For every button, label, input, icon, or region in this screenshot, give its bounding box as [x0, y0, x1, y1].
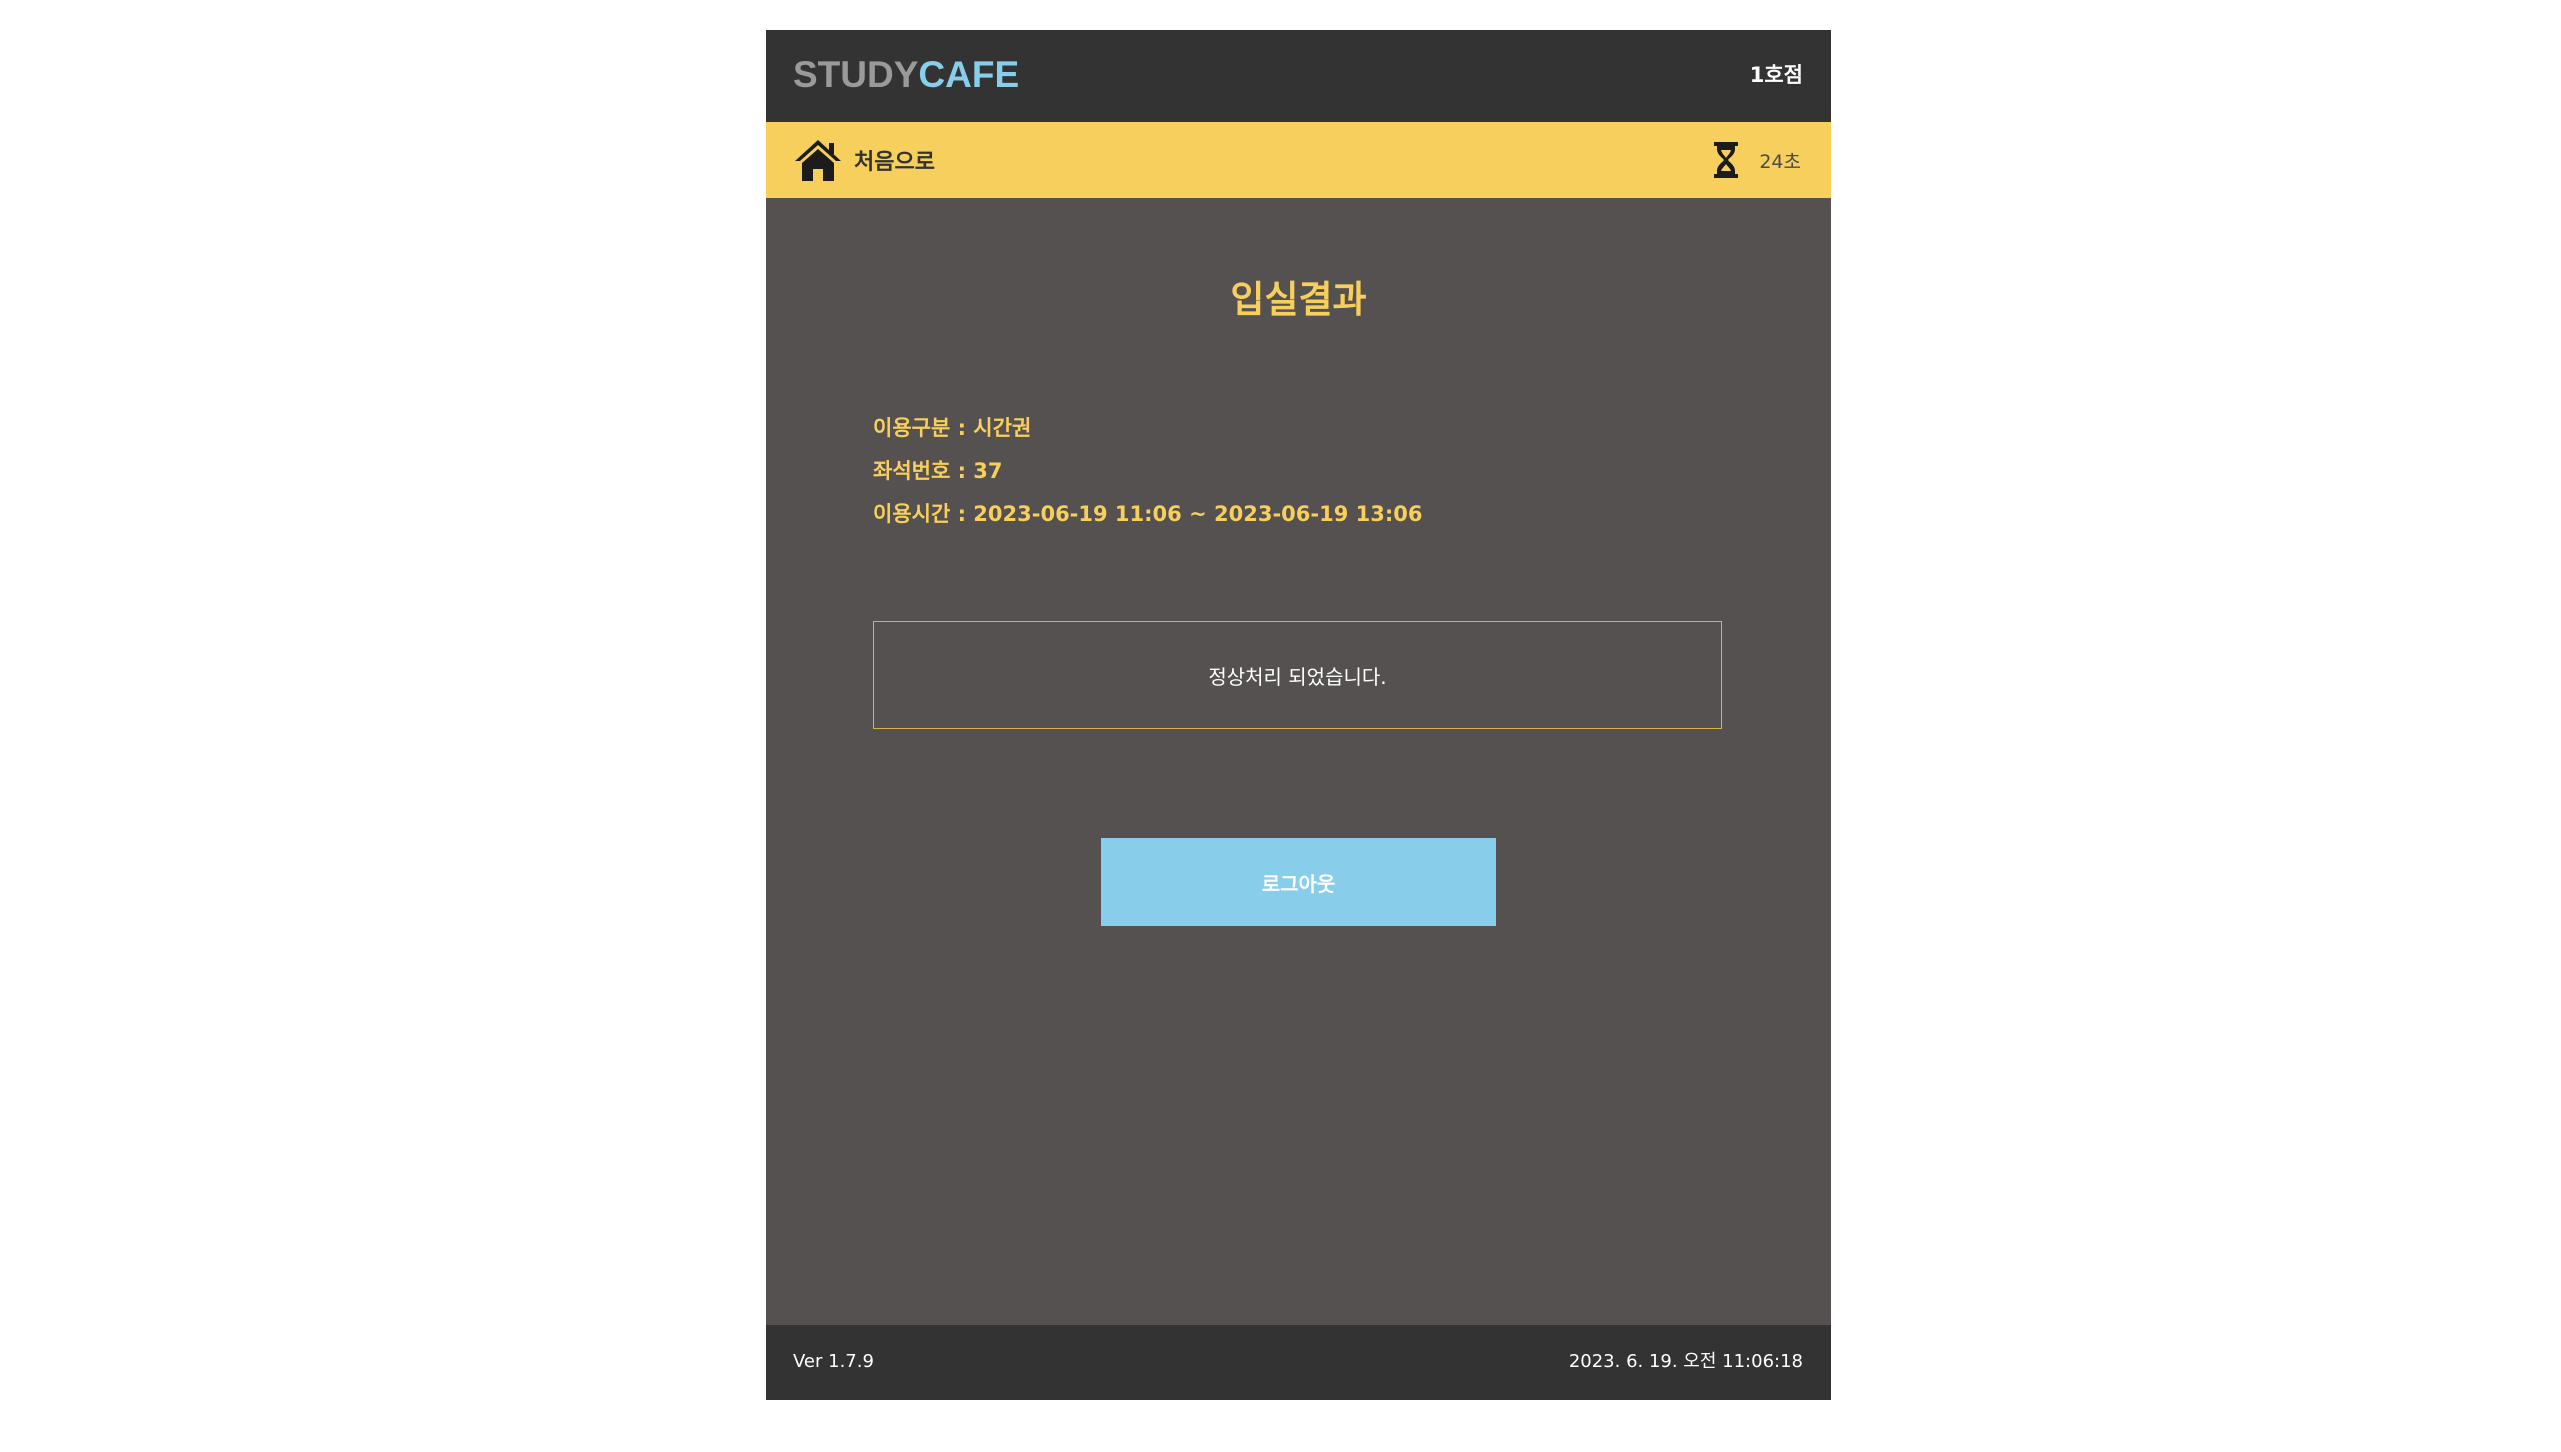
footer-bar: Ver 1.7.9 2023. 6. 19. 오전 11:06:18: [766, 1325, 1831, 1400]
kiosk-screen: STUDYCAFE 1호점 처음으로 24초 입실결과 이용구분: 시간권 좌…: [766, 30, 1831, 1400]
logo-study-text: STUDY: [793, 54, 919, 95]
usage-info: 이용구분 : 시간권 좌석번호 : 37 이용시간 : 2023-06-19 1…: [873, 407, 1723, 536]
logout-button[interactable]: 로그아웃: [1101, 838, 1496, 926]
page-title: 입실결과: [1230, 278, 1367, 321]
nav-bar: 처음으로 24초: [766, 122, 1831, 198]
usage-time-row: 이용시간 : 2023-06-19 11:06 ~ 2023-06-19 13:…: [873, 502, 1423, 526]
timer-text: 24초: [1759, 150, 1801, 173]
home-icon: [794, 138, 842, 182]
home-button[interactable]: 처음으로: [794, 136, 935, 184]
top-bar: STUDYCAFE 1호점: [766, 30, 1831, 122]
result-message-box: 정상처리 되었습니다.: [873, 621, 1722, 729]
seat-number-row: 좌석번호 : 37: [873, 459, 1003, 483]
branch-label: 1호점: [1749, 63, 1803, 87]
logo-cafe-text: CAFE: [918, 54, 1020, 95]
version-label: Ver 1.7.9: [793, 1351, 874, 1372]
hourglass-icon: [1713, 141, 1739, 179]
countdown-timer: 24초: [1713, 138, 1801, 182]
current-datetime: 2023. 6. 19. 오전 11:06:18: [1568, 1351, 1803, 1372]
app-logo: STUDYCAFE: [793, 50, 1019, 100]
usage-type-row: 이용구분 : 시간권: [873, 416, 1032, 440]
home-label: 처음으로: [854, 150, 935, 175]
result-message: 정상처리 되었습니다.: [1208, 664, 1387, 689]
